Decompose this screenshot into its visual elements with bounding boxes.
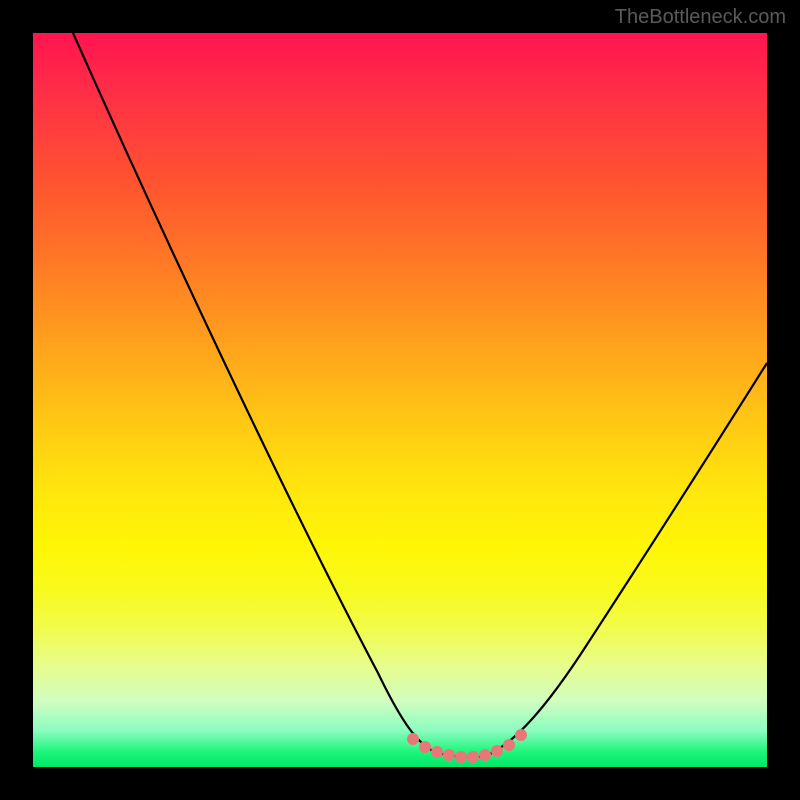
plot-area — [33, 33, 767, 767]
chart-svg — [33, 33, 767, 767]
marker-dot — [515, 729, 527, 741]
bottleneck-curve-right — [488, 363, 767, 755]
bottleneck-curve-left — [73, 33, 433, 751]
watermark-text: TheBottleneck.com — [615, 6, 786, 29]
marker-dot — [467, 751, 479, 763]
marker-dot — [431, 746, 443, 758]
marker-dot — [479, 749, 491, 761]
marker-dot — [491, 745, 503, 757]
marker-dot — [455, 751, 467, 763]
marker-dot — [443, 749, 455, 761]
marker-dot — [503, 739, 515, 751]
marker-dot — [407, 733, 419, 745]
marker-dot — [419, 741, 431, 753]
